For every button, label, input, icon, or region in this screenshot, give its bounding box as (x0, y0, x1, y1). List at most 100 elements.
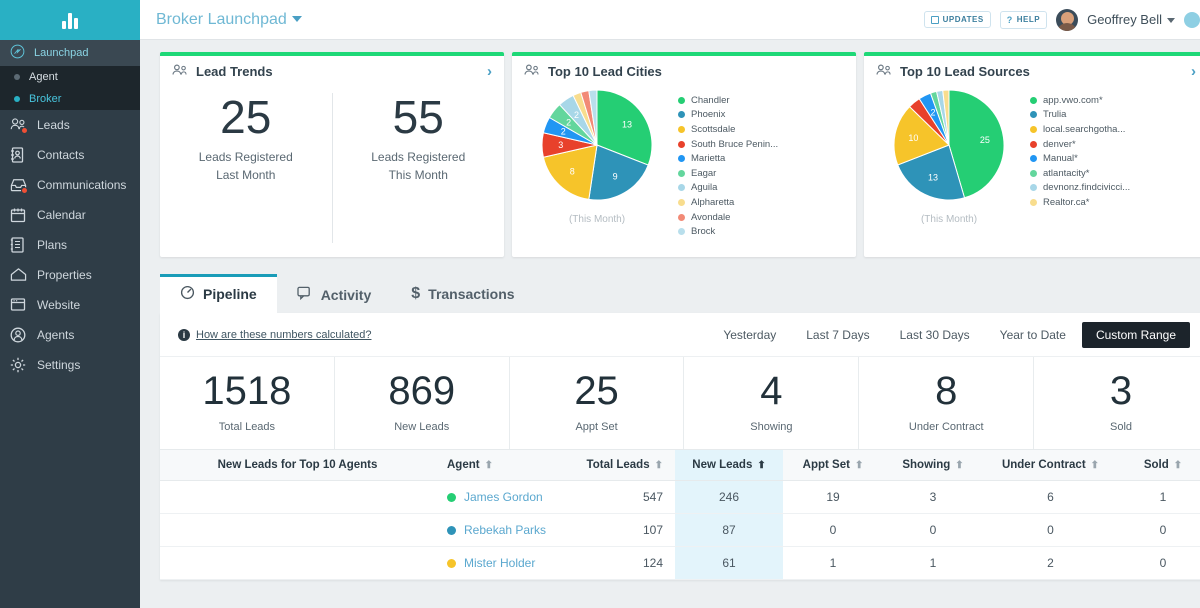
app-logo[interactable] (0, 0, 140, 40)
legend-item[interactable]: South Bruce Penin... (678, 137, 846, 152)
column-appt-set[interactable]: Appt Set⬆ (783, 450, 883, 481)
legend-swatch (1030, 199, 1037, 206)
stat-last-month: 25 Leads RegisteredLast Month (160, 93, 332, 243)
range-last-30-days[interactable]: Last 30 Days (886, 322, 984, 348)
sidebar-item-plans[interactable]: Plans (0, 230, 140, 260)
legend-swatch (678, 184, 685, 191)
chart-subtitle: (This Month) (569, 214, 625, 225)
agent-color-dot (447, 526, 456, 535)
legend-item[interactable]: Aguila (678, 181, 846, 196)
sidebar-item-communications[interactable]: Communications (0, 170, 140, 200)
column-under-contract[interactable]: Under Contract⬆ (983, 450, 1118, 481)
legend-swatch (1030, 97, 1037, 104)
pie-slice-label: 10 (908, 133, 918, 143)
sidebar-item-leads[interactable]: Leads (0, 110, 140, 140)
agent-name: Mister Holder (464, 556, 535, 570)
legend-item[interactable]: Trulia (1030, 108, 1198, 123)
column-showing[interactable]: Showing⬆ (883, 450, 983, 481)
legend-item[interactable]: devnonz.findcivicci... (1030, 181, 1198, 196)
range-custom-range[interactable]: Custom Range (1082, 322, 1190, 348)
how-calculated-link[interactable]: i How are these numbers calculated? (178, 329, 371, 341)
legend-item[interactable]: Avondale (678, 210, 846, 225)
legend-swatch (1030, 126, 1037, 133)
sidebar-item-label: Communications (37, 178, 126, 192)
pie-svg: 2513102 (887, 85, 1012, 210)
sidebar-item-launchpad[interactable]: Launchpad (0, 40, 140, 66)
table-row[interactable]: Rebekah Parks107870000 (160, 514, 1200, 547)
legend-item[interactable]: atlantacity* (1030, 166, 1198, 181)
updates-button[interactable]: UPDATES (924, 11, 991, 28)
sort-arrow-icon: ⬆ (1174, 460, 1182, 471)
sidebar-item-website[interactable]: Website (0, 290, 140, 320)
sidebar-item-settings[interactable]: Settings (0, 350, 140, 380)
cell-agent[interactable]: James Gordon (435, 481, 565, 514)
chevron-right-icon[interactable]: › (1191, 64, 1196, 79)
chevron-right-icon[interactable]: › (487, 64, 492, 79)
sidebar-subitem-agent[interactable]: Agent (0, 66, 140, 88)
cell-agent[interactable]: Mister Holder (435, 547, 565, 580)
tab-pipeline[interactable]: Pipeline (160, 274, 277, 313)
legend-item[interactable]: Marietta (678, 151, 846, 166)
sidebar-subitem-broker[interactable]: Broker (0, 88, 140, 110)
sidebar-item-calendar[interactable]: Calendar (0, 200, 140, 230)
tab-transactions[interactable]: $ Transactions (391, 275, 534, 313)
range-year-to-date[interactable]: Year to Date (986, 322, 1080, 348)
legend-item[interactable]: local.searchgotha... (1030, 122, 1198, 137)
legend-item[interactable]: Phoenix (678, 108, 846, 123)
cell-showing: 0 (883, 514, 983, 547)
table-caption: New Leads for Top 10 Agents (160, 450, 435, 481)
pie-chart-sources: 2513102 (This Month) (874, 85, 1024, 229)
globe-icon[interactable] (1184, 12, 1200, 28)
updates-label: UPDATES (943, 15, 984, 24)
cell-sold: 1 (1118, 481, 1200, 514)
sidebar-item-contacts[interactable]: Contacts (0, 140, 140, 170)
sidebar-item-properties[interactable]: Properties (0, 260, 140, 290)
card-title: Top 10 Lead Sources (900, 64, 1030, 79)
calendar-icon (10, 207, 27, 224)
legend-item[interactable]: Brock (678, 224, 846, 239)
row-spacer (160, 481, 435, 514)
legend-item[interactable]: Manual* (1030, 151, 1198, 166)
sidebar-subitem-label: Broker (29, 93, 61, 105)
kpi-new-leads: 869 New Leads (334, 357, 509, 449)
column-new-leads[interactable]: New Leads⬆ (675, 450, 783, 481)
legend-item[interactable]: Chandler (678, 93, 846, 108)
legend-item[interactable]: Scottsdale (678, 122, 846, 137)
tab-activity[interactable]: Activity (277, 276, 392, 313)
help-label: HELP (1017, 15, 1040, 24)
cell-new-leads: 87 (675, 514, 783, 547)
sidebar-item-label: Leads (37, 118, 70, 132)
content-scroll: Lead Trends › 25 Leads RegisteredLast Mo… (140, 40, 1200, 608)
kpi-label: Showing (684, 421, 858, 433)
table-row[interactable]: James Gordon54724619361 (160, 481, 1200, 514)
column-agent[interactable]: Agent⬆ (435, 450, 565, 481)
column-total-leads[interactable]: Total Leads⬆ (565, 450, 675, 481)
legend-label: South Bruce Penin... (691, 139, 778, 150)
logo-bars-icon (62, 12, 78, 29)
agent-color-dot (447, 559, 456, 568)
kpi-label: Total Leads (160, 421, 334, 433)
range-yesterday[interactable]: Yesterday (709, 322, 790, 348)
main-area: Broker Launchpad UPDATES ? HELP Geoffrey… (140, 0, 1200, 608)
lead-trends-stats: 25 Leads RegisteredLast Month 55 Leads R… (160, 93, 504, 243)
user-menu[interactable]: Geoffrey Bell (1087, 12, 1175, 27)
table-row[interactable]: Mister Holder124611120 (160, 547, 1200, 580)
range-last-7-days[interactable]: Last 7 Days (792, 322, 883, 348)
page-title-dropdown[interactable]: Broker Launchpad (156, 11, 302, 29)
legend-item[interactable]: app.vwo.com* (1030, 93, 1198, 108)
legend-item[interactable]: denver* (1030, 137, 1198, 152)
cell-under-contract: 6 (983, 481, 1118, 514)
bullet-icon (14, 74, 20, 80)
legend-item[interactable]: Alpharetta (678, 195, 846, 210)
legend-label: Marietta (691, 153, 725, 164)
help-button[interactable]: ? HELP (1000, 11, 1047, 29)
sidebar-item-label: Properties (37, 268, 92, 282)
cell-agent[interactable]: Rebekah Parks (435, 514, 565, 547)
column-sold[interactable]: Sold⬆ (1118, 450, 1200, 481)
communications-icon (10, 177, 27, 194)
sidebar-item-agents[interactable]: Agents (0, 320, 140, 350)
legend-item[interactable]: Realtor.ca* (1030, 195, 1198, 210)
legend-item[interactable]: Eagar (678, 166, 846, 181)
kpi-row: 1518 Total Leads 869 New Leads 25 Appt S… (160, 356, 1200, 449)
avatar[interactable] (1056, 9, 1078, 31)
